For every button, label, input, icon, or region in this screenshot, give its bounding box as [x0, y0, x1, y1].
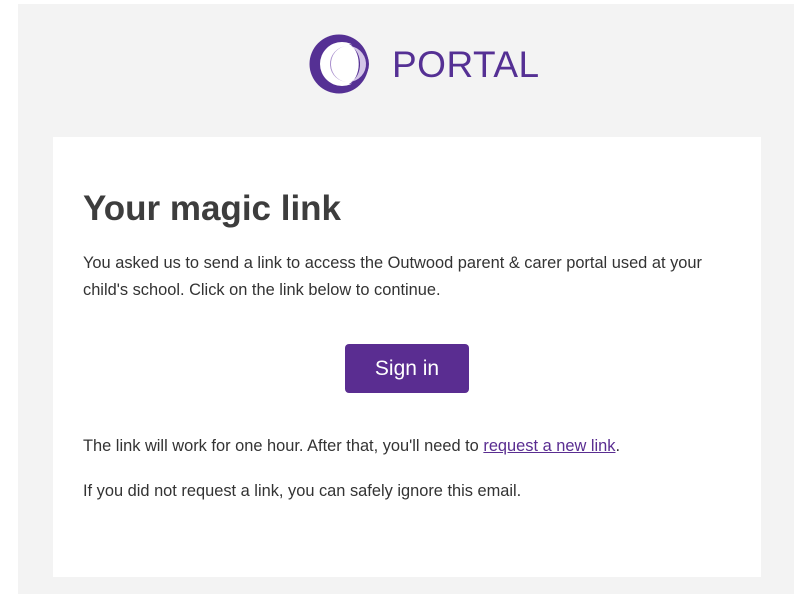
email-heading: Your magic link	[83, 189, 342, 228]
sign-in-button[interactable]: Sign in	[345, 344, 469, 393]
brand-name: PORTAL	[392, 43, 540, 85]
ignore-note: If you did not request a link, you can s…	[83, 482, 522, 500]
request-new-link[interactable]: request a new link	[483, 437, 615, 455]
expiry-note-end: .	[615, 437, 621, 455]
email-intro: You asked us to send a link to access th…	[83, 254, 702, 299]
email-card: Your magic link You asked us to send a l…	[53, 137, 761, 577]
portal-ring-logo-icon	[309, 34, 369, 94]
brand-header: PORTAL	[306, 32, 540, 96]
expiry-note-text: The link will work for one hour. After t…	[83, 437, 484, 455]
email-background: PORTAL Your magic link You asked us to s…	[18, 4, 794, 594]
expiry-note: The link will work for one hour. After t…	[83, 435, 620, 457]
